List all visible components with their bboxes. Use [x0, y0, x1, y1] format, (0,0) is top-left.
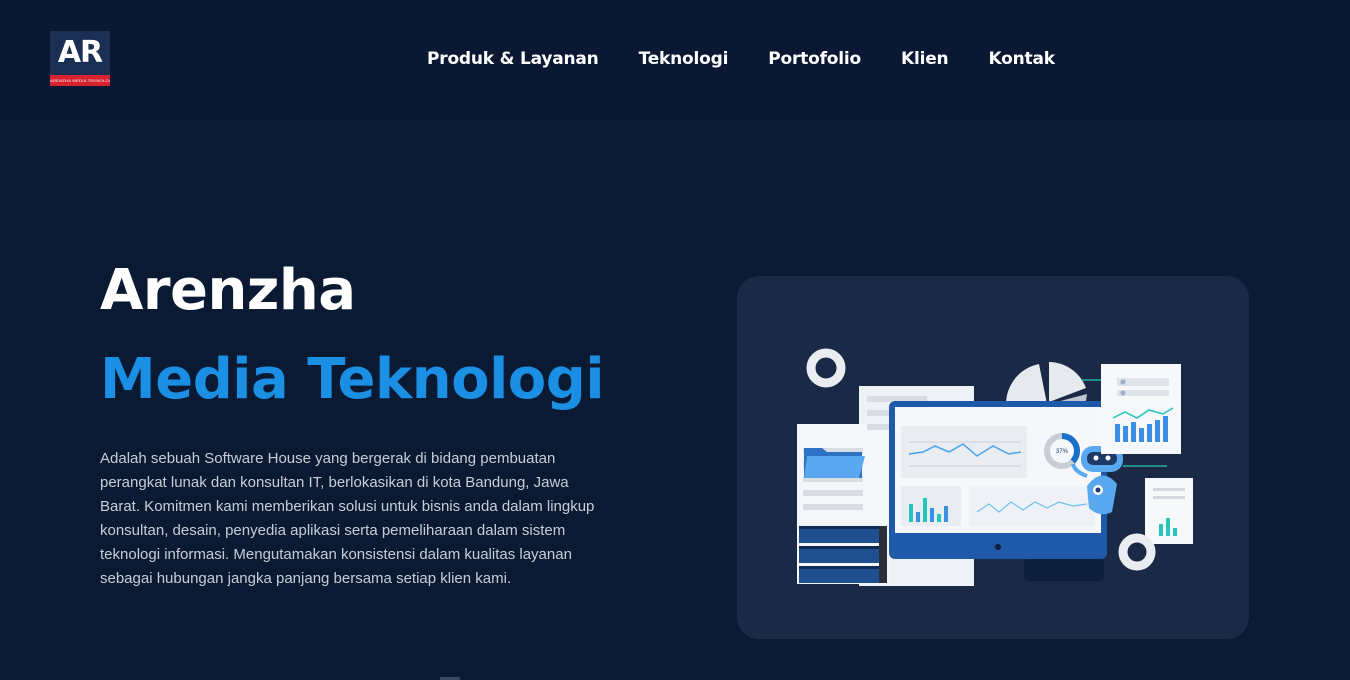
donut-label: 37% [1056, 449, 1069, 455]
analytics-illustration: 37% [797, 348, 1193, 586]
nav-item-teknologi[interactable]: Teknologi [639, 49, 729, 69]
server-rack-icon [799, 526, 887, 583]
ring-icon [1118, 533, 1156, 571]
nav-item-klien[interactable]: Klien [901, 49, 949, 69]
chart-document-icon [1123, 465, 1193, 544]
logo-text: AR [57, 35, 103, 70]
illustration-card: 37% [737, 276, 1249, 639]
nav-item-portofolio[interactable]: Portofolio [768, 49, 861, 69]
pie-chart-icon [1006, 362, 1087, 404]
navbar: AR ARENZHA MEDIA TEKNOLOGI Produk & Laya… [0, 0, 1350, 116]
monitor-icon: 37% [889, 401, 1107, 581]
hero-description: Adalah sebuah Software House yang berger… [100, 450, 595, 587]
main-nav: Produk & Layanan Teknologi Portofolio Kl… [427, 46, 1095, 72]
ring-icon [806, 348, 846, 388]
nav-item-produk-layanan[interactable]: Produk & Layanan [427, 49, 599, 69]
nav-item-kontak[interactable]: Kontak [988, 49, 1055, 69]
hero-subtitle: Media Teknologi [100, 347, 605, 412]
folder-icon [804, 448, 865, 478]
logo-tagline: ARENZHA MEDIA TEKNOLOGI [50, 75, 110, 86]
logo[interactable]: AR ARENZHA MEDIA TEKNOLOGI [50, 31, 110, 86]
hero-title: Arenzha [100, 258, 356, 323]
